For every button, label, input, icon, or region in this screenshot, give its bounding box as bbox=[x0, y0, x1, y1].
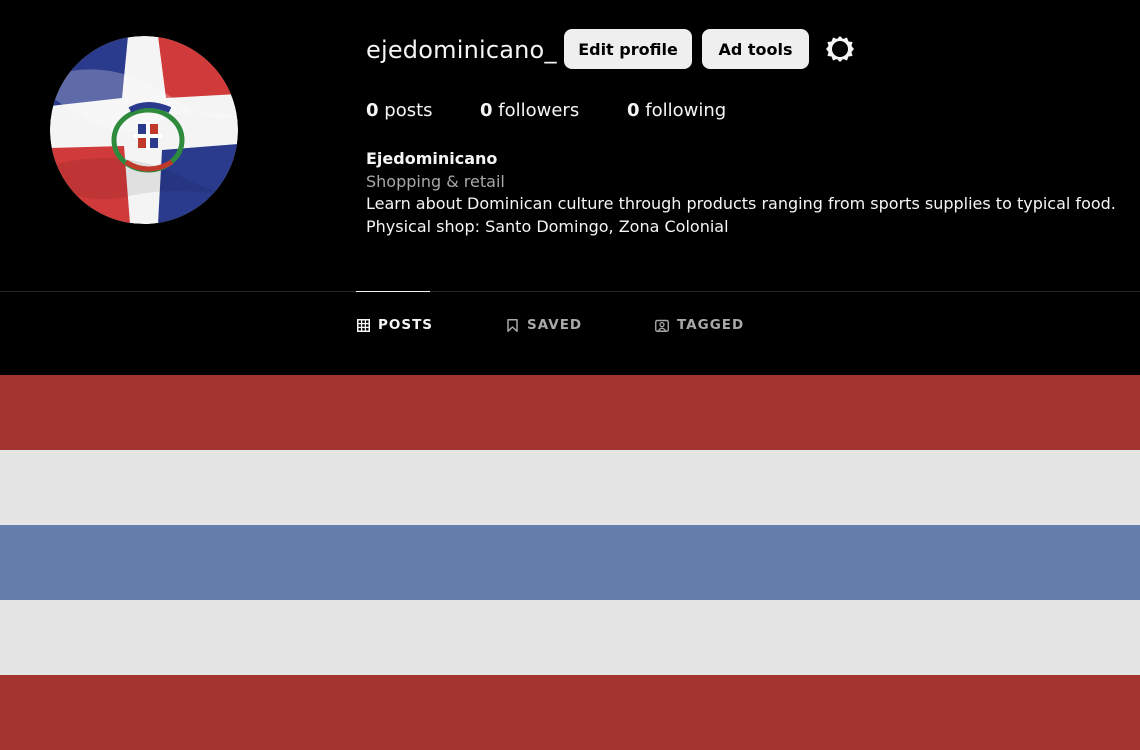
stripe-white bbox=[0, 600, 1140, 675]
following-count-value: 0 bbox=[627, 100, 640, 121]
tab-saved[interactable]: SAVED bbox=[506, 316, 582, 334]
ad-tools-button[interactable]: Ad tools bbox=[702, 29, 809, 69]
tab-tagged[interactable]: TAGGED bbox=[655, 316, 744, 334]
following-count-label: following bbox=[645, 100, 727, 121]
bio-text-line: Learn about Dominican culture through pr… bbox=[366, 194, 1116, 214]
profile-username: ejedominicano_ bbox=[366, 36, 557, 64]
bio-display-name: Ejedominicano bbox=[366, 149, 498, 168]
profile-tabs: POSTS SAVED TAGGED bbox=[0, 292, 1140, 375]
tab-tagged-label: TAGGED bbox=[677, 317, 745, 333]
stripe-blue bbox=[0, 525, 1140, 600]
tagged-person-icon bbox=[655, 319, 669, 332]
stripe-red bbox=[0, 375, 1140, 450]
stripe-white bbox=[0, 450, 1140, 525]
tab-saved-label: SAVED bbox=[527, 317, 583, 333]
posts-count-label: posts bbox=[384, 100, 433, 121]
tab-posts-label: POSTS bbox=[378, 317, 434, 333]
bio-category: Shopping & retail bbox=[366, 171, 505, 191]
stripe-red bbox=[0, 675, 1140, 750]
bio-text-line: Physical shop: Santo Domingo, Zona Colon… bbox=[366, 217, 729, 237]
posts-count[interactable]: 0 posts bbox=[366, 98, 433, 124]
tab-posts[interactable]: POSTS bbox=[357, 316, 433, 334]
profile-bio: Ejedominicano Shopping & retail Learn ab… bbox=[366, 148, 1126, 239]
profile-header: ejedominicano_ Edit profile Ad tools 0 p… bbox=[0, 0, 1140, 292]
posts-count-value: 0 bbox=[366, 100, 379, 121]
followers-count-value: 0 bbox=[480, 100, 493, 121]
gear-icon[interactable] bbox=[825, 34, 855, 64]
following-count[interactable]: 0 following bbox=[627, 98, 726, 124]
profile-avatar[interactable] bbox=[50, 36, 238, 224]
flag-stripes-banner bbox=[0, 375, 1140, 750]
dominican-flag-avatar-icon bbox=[50, 36, 238, 224]
followers-count-label: followers bbox=[498, 100, 580, 121]
bookmark-icon bbox=[507, 318, 518, 332]
grid-icon bbox=[357, 318, 370, 332]
followers-count[interactable]: 0 followers bbox=[480, 98, 579, 124]
edit-profile-button[interactable]: Edit profile bbox=[564, 29, 692, 69]
